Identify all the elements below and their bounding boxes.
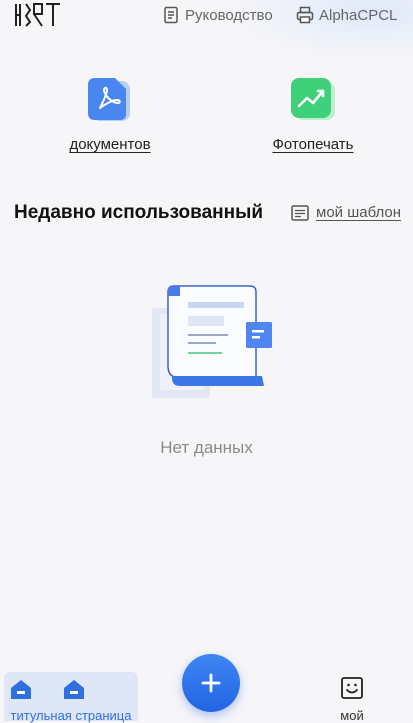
printer-label: AlphaCPCL — [319, 6, 398, 24]
photo-print-button[interactable]: Фотопечать — [248, 78, 378, 153]
photo-print-label: Фотопечать — [272, 136, 354, 153]
section-title-recent: Недавно использованный — [14, 202, 263, 223]
home-icon — [11, 680, 31, 699]
my-template-label: мой шаблон — [316, 204, 402, 221]
manual-link[interactable]: Руководство — [162, 5, 273, 25]
manual-label: Руководство — [185, 6, 273, 24]
photo-chart-icon — [291, 78, 335, 122]
top-bar: Руководство AlphaCPCL — [0, 0, 413, 60]
empty-state-text: Нет данных — [160, 438, 253, 457]
main-actions: документов Фотопечать — [0, 78, 413, 168]
printer-selector[interactable]: AlphaCPCL — [296, 5, 397, 25]
home-icon — [64, 680, 84, 699]
tab-mine[interactable]: мой — [322, 672, 382, 723]
add-button[interactable] — [182, 654, 240, 712]
smiley-icon — [341, 677, 363, 699]
printer-icon — [296, 6, 314, 24]
documents-button[interactable]: документов — [45, 78, 175, 153]
tab-home[interactable]: титульная страница — [4, 672, 138, 723]
pdf-icon — [88, 78, 132, 122]
my-template-link[interactable]: мой шаблон — [291, 204, 401, 221]
template-icon — [291, 204, 309, 221]
document-icon — [164, 6, 178, 24]
plus-icon — [201, 673, 221, 693]
empty-state-illustration — [152, 285, 272, 398]
documents-label: документов — [69, 136, 151, 153]
brand-logo-icon — [15, 3, 60, 27]
